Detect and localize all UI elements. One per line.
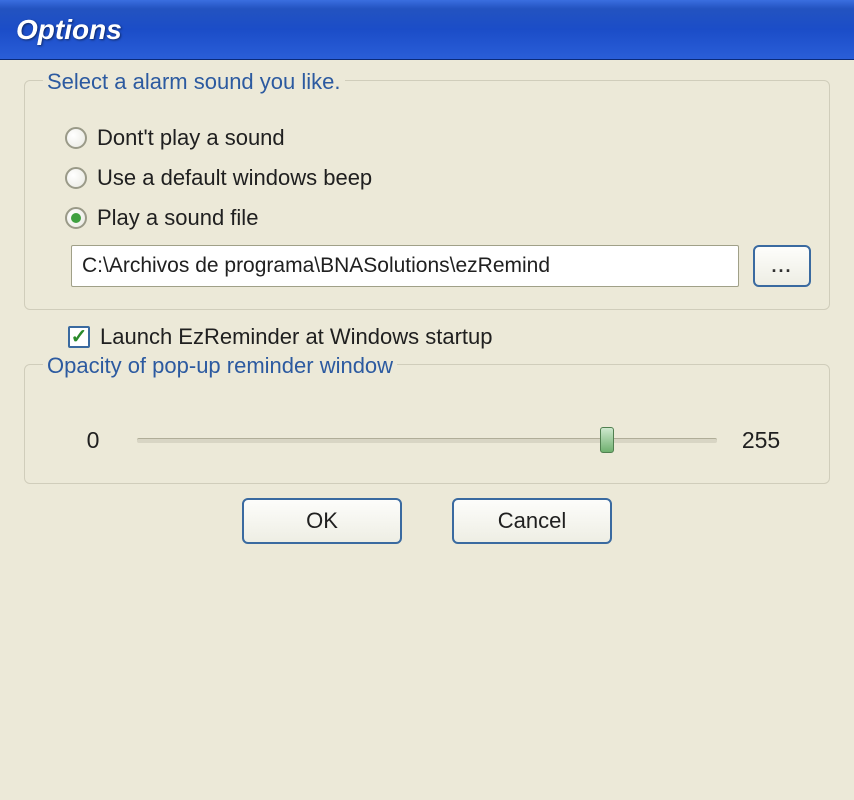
- slider-thumb-icon: [600, 427, 614, 453]
- opacity-slider[interactable]: [137, 425, 717, 455]
- slider-track: [137, 438, 717, 443]
- file-row: ...: [65, 245, 811, 287]
- browse-button[interactable]: ...: [753, 245, 811, 287]
- radio-sound-file[interactable]: Play a sound file: [65, 205, 811, 231]
- opacity-fieldset: Opacity of pop-up reminder window 0 255: [24, 364, 830, 484]
- opacity-min-label: 0: [73, 427, 113, 454]
- checkbox-icon: [68, 326, 90, 348]
- dialog-button-row: OK Cancel: [24, 498, 830, 544]
- startup-checkbox-label: Launch EzReminder at Windows startup: [100, 324, 493, 350]
- sound-fieldset: Select a alarm sound you like. Dont't pl…: [24, 80, 830, 310]
- radio-icon: [65, 207, 87, 229]
- cancel-button[interactable]: Cancel: [452, 498, 612, 544]
- slider-row: 0 255: [43, 409, 811, 461]
- radio-no-sound[interactable]: Dont't play a sound: [65, 125, 811, 151]
- radio-icon: [65, 167, 87, 189]
- opacity-max-label: 255: [741, 427, 781, 454]
- dialog-content: Select a alarm sound you like. Dont't pl…: [0, 60, 854, 560]
- radio-sound-file-label: Play a sound file: [97, 205, 258, 231]
- radio-default-beep[interactable]: Use a default windows beep: [65, 165, 811, 191]
- ok-button[interactable]: OK: [242, 498, 402, 544]
- sound-legend: Select a alarm sound you like.: [43, 69, 345, 95]
- radio-no-sound-label: Dont't play a sound: [97, 125, 285, 151]
- window-title: Options: [16, 14, 122, 46]
- radio-default-beep-label: Use a default windows beep: [97, 165, 372, 191]
- startup-checkbox-row[interactable]: Launch EzReminder at Windows startup: [24, 324, 830, 350]
- opacity-legend: Opacity of pop-up reminder window: [43, 353, 397, 379]
- sound-file-path-input[interactable]: [71, 245, 739, 287]
- radio-icon: [65, 127, 87, 149]
- sound-radio-group: Dont't play a sound Use a default window…: [43, 125, 811, 287]
- titlebar: Options: [0, 0, 854, 60]
